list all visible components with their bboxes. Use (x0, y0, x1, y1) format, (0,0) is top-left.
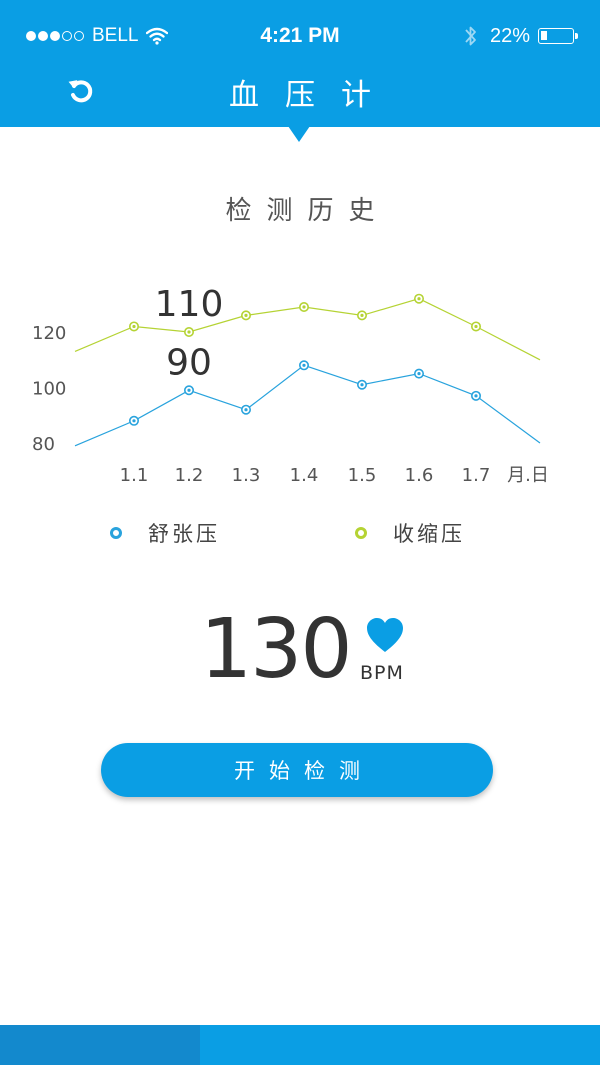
app-header: BELL 4:21 PM 22% 血压计 (0, 0, 600, 127)
series-point-center (244, 408, 248, 412)
history-chart: 120 100 80 1.1 1.2 1.3 1.4 1.5 1.6 1.7 月.日 90 110 (0, 255, 600, 495)
x-tick-label: 1.6 (405, 465, 434, 486)
series-point-center (474, 394, 478, 398)
chart-legend: 舒张压 收缩压 (0, 518, 600, 552)
battery-icon (538, 28, 578, 44)
status-bar: BELL 4:21 PM 22% (0, 22, 600, 50)
diastolic-marker-icon (110, 527, 122, 539)
series-point-center (132, 419, 136, 423)
history-chart-svg: 120 100 80 1.1 1.2 1.3 1.4 1.5 1.6 1.7 月.日 90 110 (32, 284, 549, 486)
series-point-center (187, 388, 191, 392)
series-point-center (244, 313, 248, 317)
legend-diastolic: 舒张压 (110, 518, 220, 548)
series-point-center (417, 297, 421, 301)
battery-nub (575, 33, 578, 39)
x-tick-label: 1.7 (462, 465, 491, 486)
series-point-center (302, 363, 306, 367)
bottom-tabbar (0, 1025, 600, 1065)
x-tick-label: 1.3 (232, 465, 261, 486)
y-tick-label: 80 (32, 434, 55, 455)
series-point-center (302, 305, 306, 309)
heart-icon (367, 618, 403, 652)
bpm-unit: BPM (360, 662, 404, 684)
series-line (74, 364, 541, 447)
page-title: 血压计 (229, 78, 397, 113)
tab-3[interactable] (400, 1025, 600, 1065)
bpm-value: 130 (200, 602, 353, 697)
x-tick-label: 1.2 (175, 465, 204, 486)
x-tick-label: 1.5 (348, 465, 377, 486)
series-point-center (187, 330, 191, 334)
current-reading: 130 BPM (200, 600, 460, 700)
tab-2[interactable] (200, 1025, 400, 1065)
series-point-center (360, 383, 364, 387)
bluetooth-icon (465, 26, 476, 46)
y-tick-label: 120 (32, 323, 66, 344)
legend-diastolic-label: 舒张压 (148, 522, 220, 546)
y-tick-label: 100 (32, 379, 66, 400)
series-point-center (132, 324, 136, 329)
header-pointer (288, 126, 310, 142)
series-point-center (474, 324, 478, 329)
x-tick-label: 1.1 (120, 465, 149, 486)
series-point-center (360, 313, 364, 317)
status-right: 22% (464, 22, 578, 50)
series-annotation: 90 (166, 342, 212, 383)
tab-1[interactable] (0, 1025, 200, 1065)
start-measure-button[interactable]: 开始检测 (101, 743, 493, 797)
legend-systolic-label: 收缩压 (393, 522, 465, 546)
battery-level (541, 31, 547, 40)
legend-systolic: 收缩压 (355, 518, 465, 548)
x-tick-label: 1.4 (290, 465, 319, 486)
history-title: 检测历史 (225, 196, 390, 226)
systolic-marker-icon (355, 527, 367, 539)
series-annotation: 110 (155, 284, 224, 325)
x-axis-label: 月.日 (507, 465, 549, 486)
battery-percent: 22% (489, 24, 530, 47)
series-point-center (417, 372, 421, 376)
